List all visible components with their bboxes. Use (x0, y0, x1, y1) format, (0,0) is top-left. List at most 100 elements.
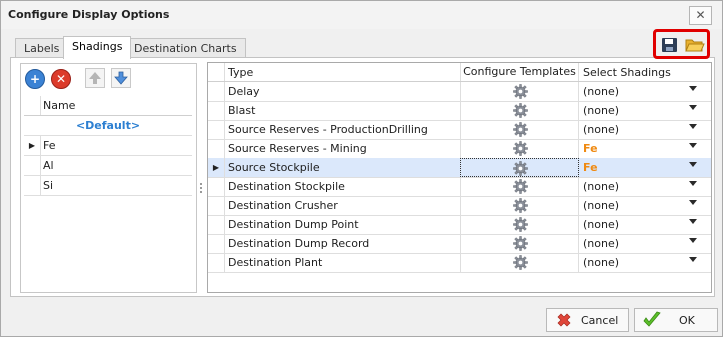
cell-type: Destination Dump Point (228, 218, 359, 231)
table-row[interactable]: Destination Plant (none) (208, 253, 711, 273)
select-shading-dropdown[interactable]: Fe (583, 161, 598, 174)
configure-template-cell[interactable] (460, 196, 579, 215)
gear-icon[interactable] (513, 141, 528, 156)
list-item-label: Si (43, 179, 54, 192)
ok-button[interactable]: OK (634, 308, 718, 332)
move-up-icon[interactable] (85, 68, 105, 88)
table-row[interactable]: Destination Crusher (none) (208, 196, 711, 216)
select-shading-dropdown[interactable]: (none) (583, 237, 619, 250)
dropdown-arrow-icon[interactable] (689, 143, 697, 148)
shading-assignment-grid: Type Configure Templates Select Shadings… (207, 62, 712, 293)
list-item[interactable]: Si (24, 176, 192, 196)
table-row[interactable]: Destination Dump Record (none) (208, 234, 711, 254)
cell-type: Source Reserves - Mining (228, 142, 367, 155)
dropdown-arrow-icon[interactable] (689, 257, 697, 262)
shadings-list-toolbar: + ✕ (21, 64, 196, 94)
configure-template-cell[interactable] (460, 120, 579, 139)
tab-shadings[interactable]: Shadings (63, 36, 132, 59)
cell-type: Blast (228, 104, 256, 117)
title-bar: Configure Display Options ✕ (1, 1, 722, 29)
select-shading-dropdown[interactable]: (none) (583, 85, 619, 98)
select-shading-dropdown[interactable]: (none) (583, 256, 619, 269)
list-item[interactable]: Al (24, 156, 192, 176)
dropdown-arrow-icon[interactable] (689, 200, 697, 205)
dropdown-arrow-icon[interactable] (689, 86, 697, 91)
configure-template-cell[interactable] (460, 253, 579, 272)
select-shading-dropdown[interactable]: (none) (583, 199, 619, 212)
dropdown-arrow-icon[interactable] (689, 162, 697, 167)
add-icon[interactable]: + (25, 69, 45, 89)
select-shading-dropdown[interactable]: (none) (583, 180, 619, 193)
cell-type: Source Stockpile (228, 161, 320, 174)
list-item-label: <Default> (75, 119, 141, 132)
gear-icon[interactable] (513, 236, 528, 251)
gear-icon[interactable] (513, 198, 528, 213)
cancel-x-icon (557, 313, 571, 327)
select-shading-dropdown[interactable]: (none) (583, 123, 619, 136)
column-header-type[interactable]: Type (228, 66, 253, 79)
gear-icon[interactable] (513, 122, 528, 137)
list-item[interactable]: ▶ Fe (24, 136, 192, 156)
table-row[interactable]: Destination Stockpile (none) (208, 177, 711, 197)
select-shading-dropdown[interactable]: (none) (583, 218, 619, 231)
table-row[interactable]: Source Reserves - ProductionDrilling (non… (208, 120, 711, 140)
shadings-list-panel: + ✕ Name <Default> ▶ Fe Al Si (20, 63, 197, 293)
gear-icon[interactable] (513, 179, 528, 194)
window-title: Configure Display Options (8, 8, 170, 21)
cell-type: Source Reserves - ProductionDrilling (228, 123, 428, 136)
row-indicator (208, 101, 225, 120)
gear-icon[interactable] (513, 255, 528, 270)
dropdown-arrow-icon[interactable] (689, 219, 697, 224)
list-item-label: Fe (43, 139, 56, 152)
configure-template-cell[interactable] (460, 158, 579, 177)
table-row[interactable]: Source Reserves - Mining Fe (208, 139, 711, 159)
list-item[interactable]: <Default> (24, 116, 192, 136)
configure-template-cell[interactable] (460, 215, 579, 234)
list-item-label: Al (43, 159, 54, 172)
select-shading-dropdown[interactable]: (none) (583, 104, 619, 117)
gear-icon[interactable] (513, 217, 528, 232)
move-down-icon[interactable] (111, 68, 131, 88)
row-indicator (208, 120, 225, 139)
gear-icon[interactable] (513, 161, 528, 176)
panel-splitter[interactable] (199, 183, 203, 197)
row-indicator (208, 215, 225, 234)
row-indicator (208, 177, 225, 196)
gear-icon[interactable] (513, 103, 528, 118)
cell-type: Destination Crusher (228, 199, 338, 212)
cell-type: Delay (228, 85, 260, 98)
current-row-indicator-icon: ▶ (24, 136, 41, 155)
close-button[interactable]: ✕ (689, 6, 712, 25)
grid-header-row: Type Configure Templates Select Shadings (208, 63, 711, 82)
configure-template-cell[interactable] (460, 139, 579, 158)
configure-template-cell[interactable] (460, 101, 579, 120)
row-indicator-header (208, 63, 225, 81)
cell-type: Destination Dump Record (228, 237, 370, 250)
tab-labels[interactable]: Labels (15, 38, 69, 58)
configure-template-cell[interactable] (460, 82, 579, 101)
ok-button-label: OK (679, 314, 695, 327)
dropdown-arrow-icon[interactable] (689, 105, 697, 110)
column-header-select-shadings[interactable]: Select Shadings (583, 66, 671, 79)
select-shading-dropdown[interactable]: Fe (583, 142, 598, 155)
table-row[interactable]: Destination Dump Point (none) (208, 215, 711, 235)
tab-destination-charts[interactable]: Destination Charts (125, 38, 246, 58)
open-folder-icon[interactable] (685, 37, 705, 53)
row-indicator (208, 253, 225, 272)
table-row[interactable]: ▶ Source Stockpile Fe (208, 158, 711, 178)
gear-icon[interactable] (513, 84, 528, 99)
dropdown-arrow-icon[interactable] (689, 181, 697, 186)
configure-template-cell[interactable] (460, 234, 579, 253)
dropdown-arrow-icon[interactable] (689, 238, 697, 243)
table-row[interactable]: Blast (none) (208, 101, 711, 121)
shadings-list-grid: Name <Default> ▶ Fe Al Si (24, 96, 192, 196)
cancel-button[interactable]: Cancel (546, 308, 629, 332)
column-header-configure-templates[interactable]: Configure Templates (460, 63, 579, 81)
configure-template-cell[interactable] (460, 177, 579, 196)
dropdown-arrow-icon[interactable] (689, 124, 697, 129)
table-row[interactable]: Delay (none) (208, 82, 711, 102)
row-indicator (208, 234, 225, 253)
remove-icon[interactable]: ✕ (51, 69, 71, 89)
cell-type: Destination Stockpile (228, 180, 345, 193)
save-icon[interactable] (661, 37, 679, 53)
